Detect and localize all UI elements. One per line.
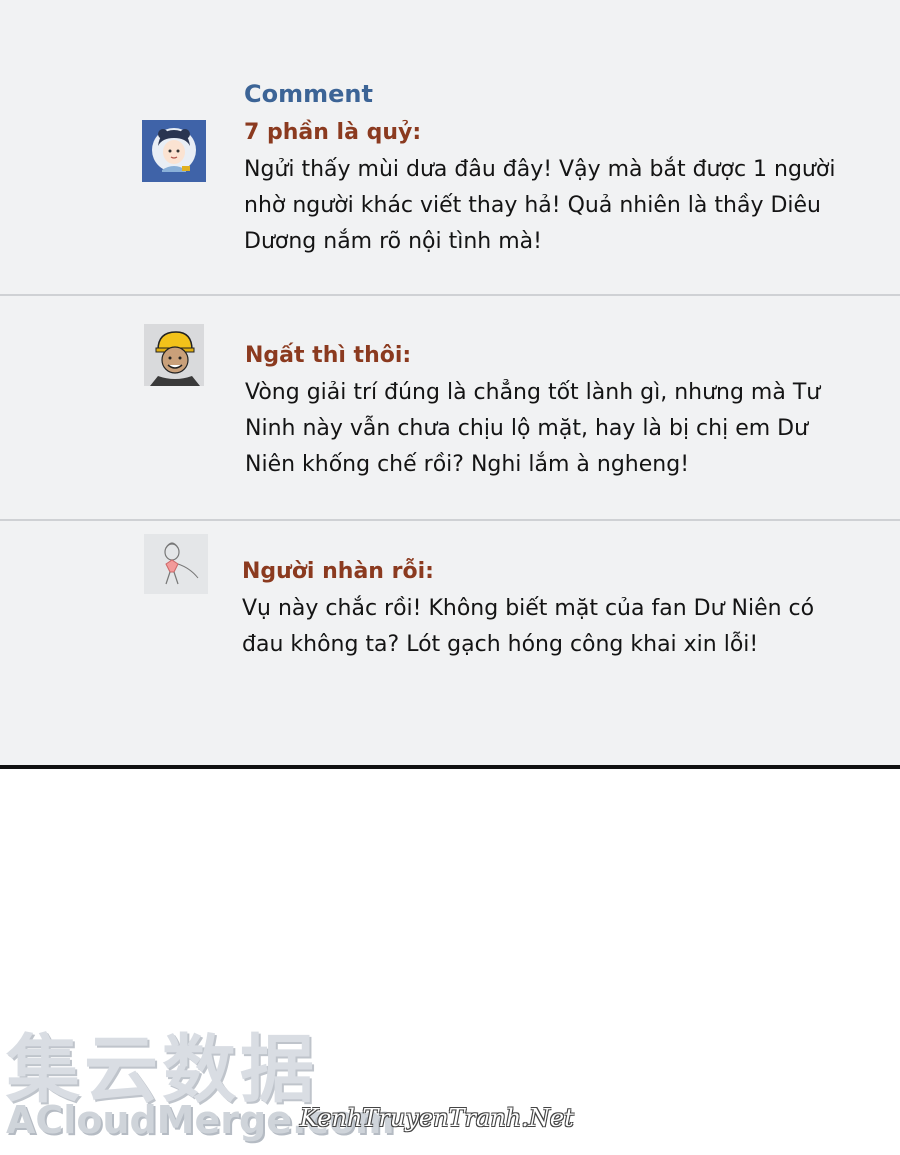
watermark-site: KenhTruyenTranh.Net <box>300 1104 574 1132</box>
comment-panel: Comment 7 phần là quỷ: Ngửi thấy mùi dưa… <box>0 0 900 769</box>
comment-header: Comment <box>244 80 373 108</box>
comment-text: Ngửi thấy mùi dưa đâu đây! Vậy mà bắt đư… <box>244 157 836 254</box>
doodle-figure-avatar-icon <box>144 534 208 594</box>
comment-divider <box>0 294 900 296</box>
helmet-man-avatar-icon <box>144 324 204 386</box>
comment-author: 7 phần là quỷ: <box>244 120 422 145</box>
comment-text: Vòng giải trí đúng là chẳng tốt lành gì,… <box>245 380 821 477</box>
comment-author: Ngất thì thôi: <box>245 343 412 368</box>
comment-text: Vụ này chắc rồi! Không biết mặt của fan … <box>242 596 815 657</box>
comment-author: Người nhàn rỗi: <box>242 559 434 584</box>
comment-divider <box>0 519 900 521</box>
girl-portrait-avatar-icon <box>142 120 206 182</box>
